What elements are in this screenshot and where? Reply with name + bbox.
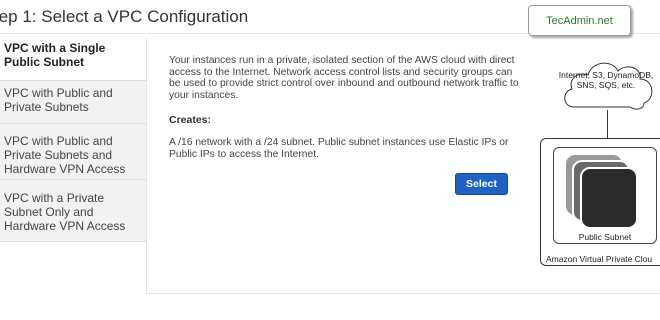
watermark-logo: TecAdmin.net: [528, 5, 631, 36]
configuration-description: Your instances run in a private, isolate…: [169, 55, 519, 101]
vpc-label: Amazon Virtual Private Clou: [546, 254, 653, 264]
sidebar-item-private-subnet-vpn[interactable]: VPC with a Private Subnet Only and Hardw…: [0, 180, 146, 242]
page-title: tep 1: Select a VPC Configuration: [0, 7, 249, 26]
vpc-configuration-sidebar: VPC with a Single Public Subnet VPC with…: [0, 38, 146, 242]
instances-icon: [566, 155, 638, 229]
content-panel-border-bottom: [146, 293, 660, 294]
content-panel-border: [146, 38, 147, 294]
sidebar-item-label: VPC with Public and Private Subnets: [4, 86, 113, 114]
sidebar-item-public-private-subnets[interactable]: VPC with Public and Private Subnets: [0, 81, 146, 124]
select-button[interactable]: Select: [455, 173, 508, 195]
sidebar-item-public-private-vpn[interactable]: VPC with Public and Private Subnets and …: [0, 124, 146, 180]
creates-description: A /16 network with a /24 subnet. Public …: [169, 137, 509, 160]
connector-line: [607, 110, 608, 139]
sidebar-item-label: VPC with Public and Private Subnets and …: [4, 134, 126, 176]
sidebar-item-label: VPC with a Private Subnet Only and Hardw…: [4, 191, 126, 233]
sidebar-item-label: VPC with a Single Public Subnet: [4, 41, 106, 69]
sidebar-item-single-public-subnet[interactable]: VPC with a Single Public Subnet: [0, 38, 146, 81]
creates-heading: Creates:: [169, 114, 212, 126]
public-subnet-label: Public Subnet: [578, 232, 632, 242]
cloud-label: Internet, S3, DynamoDB, SNS, SQS, etc.: [558, 70, 654, 90]
